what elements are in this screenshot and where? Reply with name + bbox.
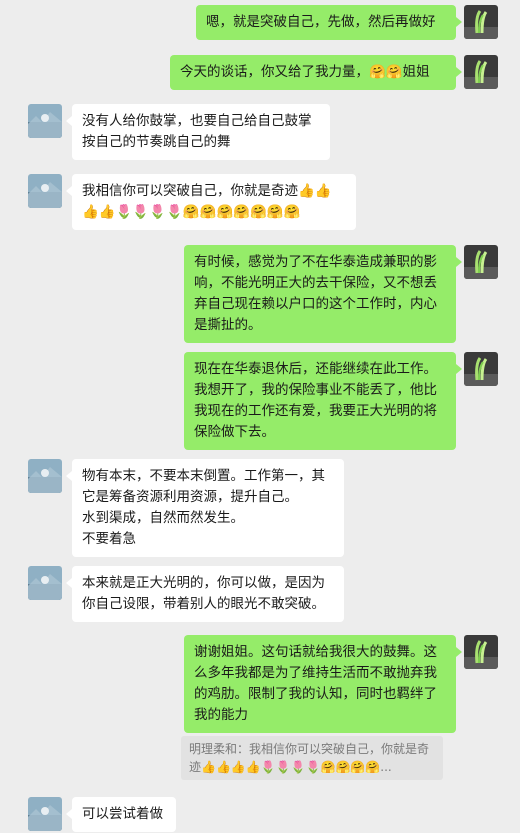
avatar-me[interactable] — [464, 635, 498, 669]
message-bubble-received[interactable]: 我相信你可以突破自己，你就是奇迹👍👍 👍👍🌷🌷🌷🌷🤗🤗🤗🤗🤗🤗🤗 — [66, 174, 356, 230]
green-sprout-icon — [464, 635, 498, 669]
message-bubble-received[interactable]: 没有人给你鼓掌，也要自己给自己鼓掌 按自己的节奏跳自己的舞 — [66, 104, 330, 160]
green-sprout-icon — [464, 245, 498, 279]
landscape-icon — [28, 174, 62, 208]
message-bubble-sent[interactable]: 今天的谈话，你又给了我力量，🤗🤗姐姐 — [170, 55, 462, 90]
landscape-icon — [28, 104, 62, 138]
message-bubble-sent[interactable]: 嗯，就是突破自己，先做，然后再做好 — [196, 5, 462, 40]
avatar-contact[interactable] — [28, 174, 62, 208]
message-bubble-received[interactable]: 可以尝试着做 — [66, 797, 176, 832]
chat-window: 嗯，就是突破自己，先做，然后再做好 今天的谈话，你又给了我力量，🤗🤗姐姐 没有人… — [0, 0, 520, 833]
avatar-me[interactable] — [464, 5, 498, 39]
landscape-icon — [28, 566, 62, 600]
message-bubble-received[interactable]: 物有本末，不要本末倒置。工作第一，其 它是筹备资源利用资源，提升自己。 水到渠成… — [66, 459, 344, 557]
avatar-me[interactable] — [464, 245, 498, 279]
avatar-contact[interactable] — [28, 459, 62, 493]
message-bubble-received[interactable]: 本来就是正大光明的，你可以做，是因为 你自己设限，带着别人的眼光不敢突破。 — [66, 566, 344, 622]
landscape-icon — [28, 459, 62, 493]
green-sprout-icon — [464, 5, 498, 39]
quoted-message[interactable]: 明理柔和：我相信你可以突破自己，你就是奇 迹👍👍👍👍🌷🌷🌷🌷🤗🤗🤗🤗... — [181, 736, 443, 780]
landscape-icon — [28, 797, 62, 831]
message-bubble-sent[interactable]: 有时候，感觉为了不在华泰造成兼职的影 响，不能光明正大的去干保险，又不想丢 弃自… — [184, 245, 462, 343]
avatar-contact[interactable] — [28, 566, 62, 600]
message-bubble-sent[interactable]: 现在在华泰退休后，还能继续在此工作。 我想开了，我的保险事业不能丢了，他比 我现… — [184, 352, 462, 450]
avatar-me[interactable] — [464, 352, 498, 386]
green-sprout-icon — [464, 352, 498, 386]
avatar-contact[interactable] — [28, 104, 62, 138]
green-sprout-icon — [464, 55, 498, 89]
avatar-contact[interactable] — [28, 797, 62, 831]
message-bubble-sent[interactable]: 谢谢姐姐。这句话就给我很大的鼓舞。这 么多年我都是为了维持生活而不敢抛弃我 的鸡… — [184, 635, 462, 733]
avatar-me[interactable] — [464, 55, 498, 89]
